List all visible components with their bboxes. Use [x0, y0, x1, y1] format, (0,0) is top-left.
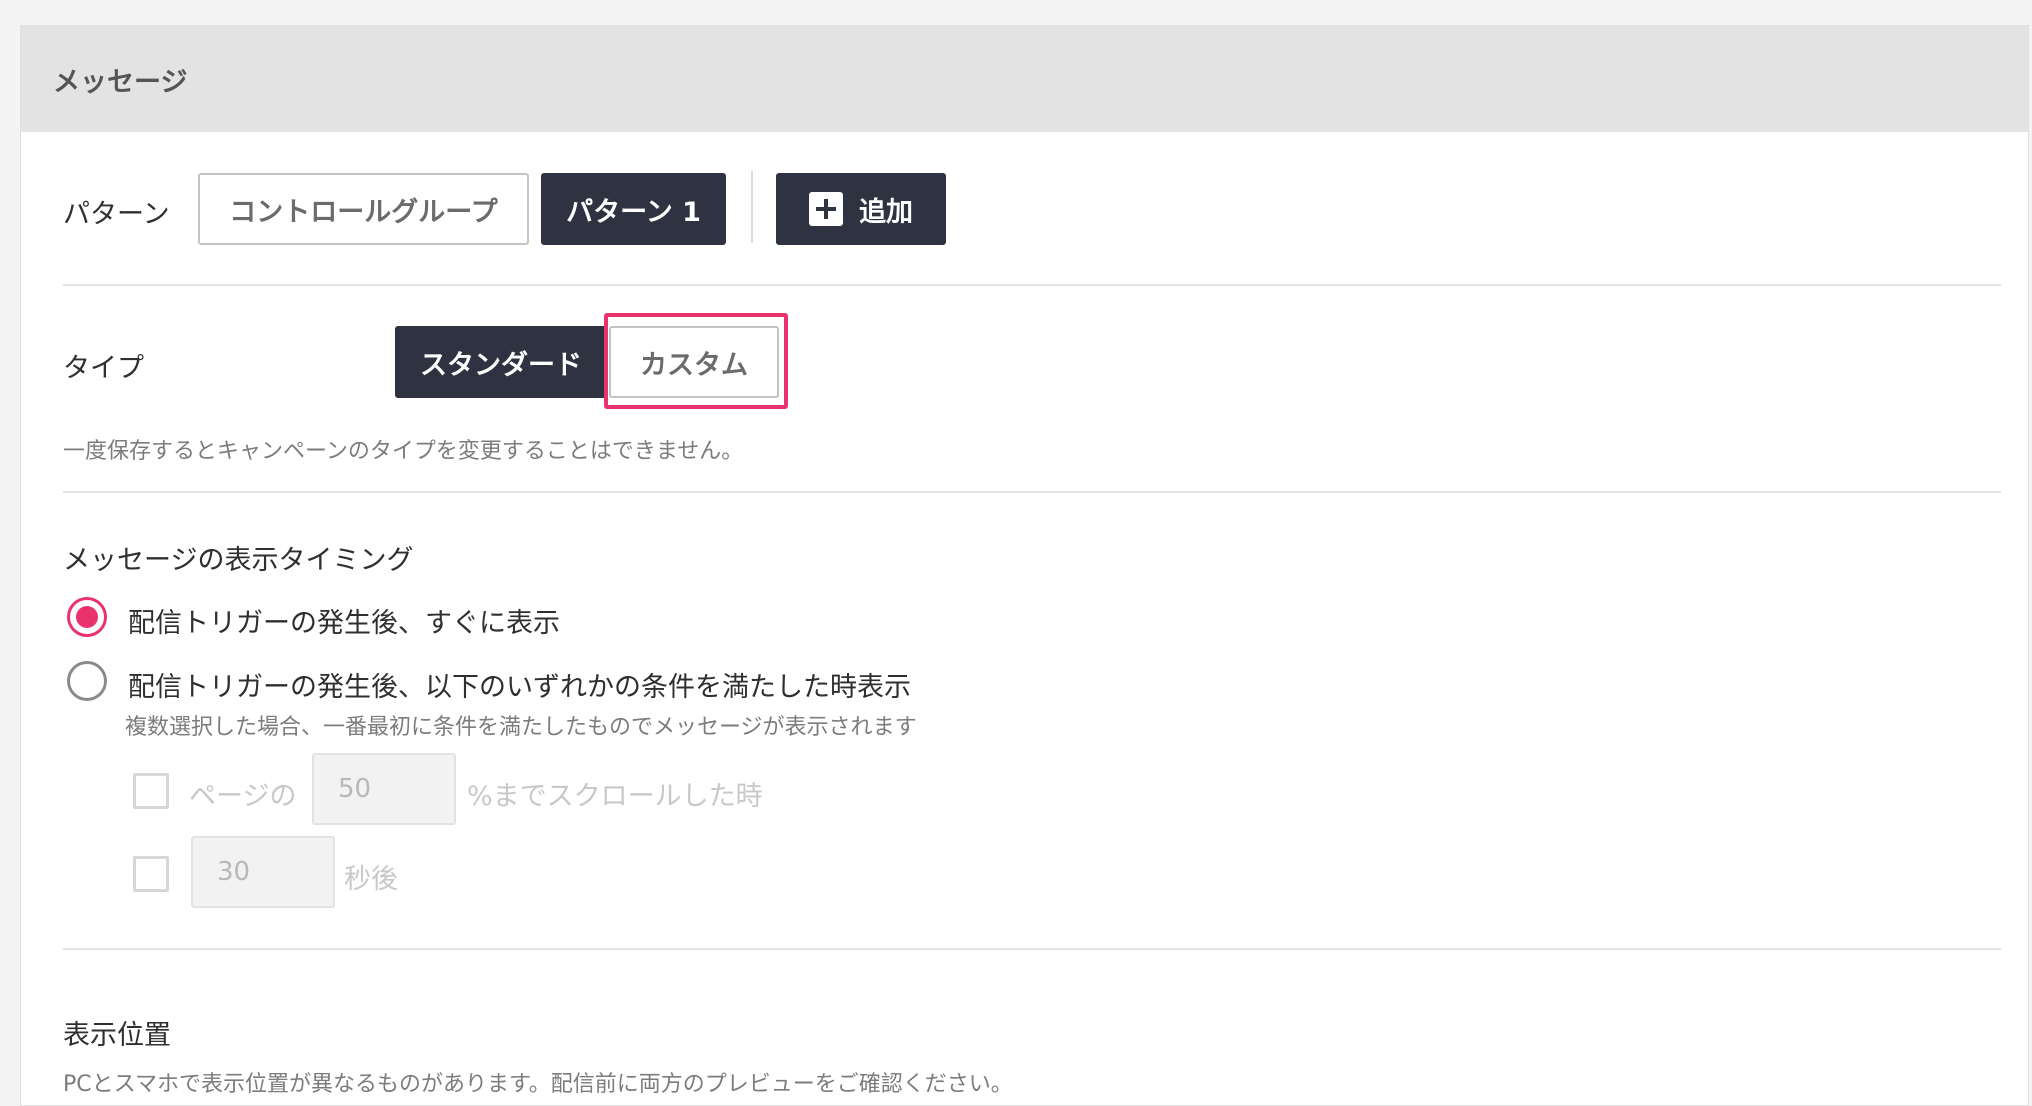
scroll-prefix: ページの: [189, 781, 297, 812]
panel-title: メッセージ: [53, 67, 188, 98]
divider: [63, 491, 2001, 493]
option-immediate-label: 配信トリガーの発生後、すぐに表示: [128, 608, 560, 639]
condition-note: 複数選択した場合、一番最初に条件を満たしたものでメッセージが表示されます: [125, 715, 917, 740]
timing-title: メッセージの表示タイミング: [63, 545, 414, 576]
type-standard-button[interactable]: スタンダード: [395, 326, 607, 398]
type-label: タイプ: [63, 353, 144, 384]
seconds-suffix: 秒後: [344, 864, 398, 895]
plus-icon: [809, 192, 843, 226]
scroll-suffix: %までスクロールした時: [467, 781, 763, 812]
seconds-input[interactable]: 30: [191, 836, 335, 908]
radio-immediate[interactable]: [67, 597, 107, 637]
control-group-button[interactable]: コントロールグループ: [198, 173, 529, 245]
type-note: 一度保存するとキャンペーンのタイプを変更することはできません。: [63, 439, 744, 464]
divider: [63, 284, 2001, 286]
divider: [751, 171, 753, 243]
radio-condition[interactable]: [67, 661, 107, 701]
message-panel: メッセージ パターン コントロールグループ パターン 1 追加 タイプ スタンダ…: [20, 25, 2029, 1106]
option-condition-label: 配信トリガーの発生後、以下のいずれかの条件を満たした時表示: [128, 672, 911, 703]
panel-header: メッセージ: [21, 26, 2028, 132]
divider: [63, 948, 2001, 950]
seconds-checkbox[interactable]: [133, 856, 169, 892]
scroll-checkbox[interactable]: [133, 773, 169, 809]
highlight-box: [604, 313, 788, 409]
add-pattern-button[interactable]: 追加: [776, 173, 946, 245]
position-title: 表示位置: [63, 1020, 171, 1051]
add-label: 追加: [859, 196, 913, 228]
position-note: PCとスマホで表示位置が異なるものがあります。配信前に両方のプレビューをご確認く…: [63, 1072, 1013, 1097]
pattern-1-button[interactable]: パターン 1: [541, 173, 726, 245]
scroll-percent-input[interactable]: 50: [312, 753, 456, 825]
pattern-label: パターン: [63, 199, 170, 230]
radio-selected-dot: [76, 606, 98, 628]
